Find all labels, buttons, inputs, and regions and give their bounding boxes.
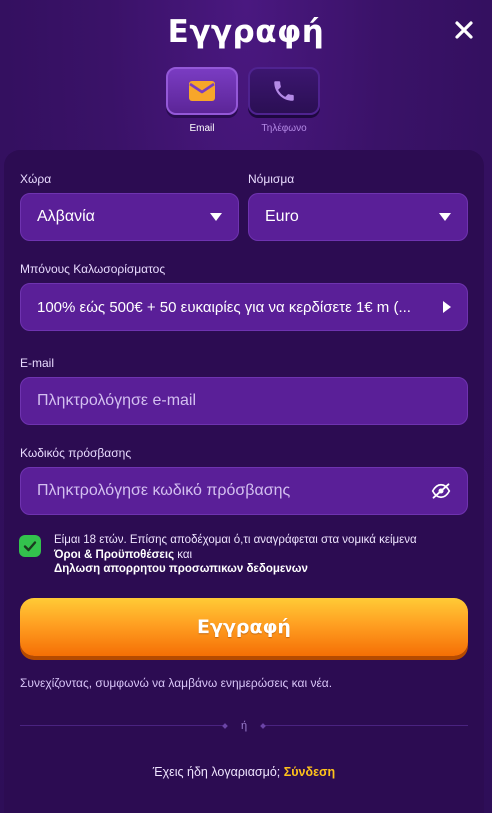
currency-value: Euro xyxy=(265,208,299,225)
close-button[interactable] xyxy=(452,18,476,42)
eye-off-icon[interactable] xyxy=(431,483,451,499)
divider-line-right xyxy=(265,725,468,726)
currency-select[interactable]: Euro xyxy=(248,193,468,241)
divider-line-left xyxy=(20,725,223,726)
close-icon xyxy=(455,21,473,39)
divider-or: ή xyxy=(240,719,248,732)
country-label: Χώρα xyxy=(20,172,52,186)
consent-text: Είμαι 18 ετών. Επίσης αποδέχομαι ό,τι αν… xyxy=(54,533,474,577)
privacy-link[interactable]: Δηλωση απορρητου προσωπικων δεδομενων xyxy=(54,563,308,575)
password-label: Κωδικός πρόσβασης xyxy=(20,446,132,460)
consent-checkbox[interactable] xyxy=(19,535,41,557)
updates-notice: Συνεχίζοντας, συμφωνώ να λαμβάνω ενημερώ… xyxy=(20,676,333,690)
login-link[interactable]: Σύνδεση xyxy=(284,765,335,779)
consent-statement: Είμαι 18 ετών. Επίσης αποδέχομαι ό,τι αν… xyxy=(54,534,417,546)
country-value: Αλβανία xyxy=(37,208,95,225)
email-label: E-mail xyxy=(20,356,55,370)
signup-method-tabs: Email Τηλέφωνο xyxy=(166,67,320,134)
email-placeholder: Πληκτρολόγησε e-mail xyxy=(37,392,197,409)
bonus-label: Μπόνους Καλωσορίσματος xyxy=(20,262,166,276)
bonus-select[interactable]: 100% εώς 500€ + 50 ευκαιρίες για να κερδ… xyxy=(20,283,468,331)
consent-and: και xyxy=(177,548,193,561)
phone-icon xyxy=(274,81,294,101)
tab-email-label: Email xyxy=(189,123,215,134)
form-card: Χώρα Αλβανία Νόμισμα Euro Μπόνους Καλωσο… xyxy=(4,150,484,813)
terms-link[interactable]: Όροι & Προϋποθέσεις xyxy=(54,549,174,561)
tab-email-box xyxy=(166,67,238,115)
register-button[interactable]: Εγγραφή xyxy=(20,598,468,656)
envelope-icon xyxy=(189,81,215,101)
checkmark-icon xyxy=(23,541,37,552)
login-row: Έχεις ήδη λογαριασμό; Σύνδεση xyxy=(4,765,484,779)
tab-email[interactable]: Email xyxy=(166,67,238,134)
password-placeholder: Πληκτρολόγησε κωδικό πρόσβασης xyxy=(37,482,291,499)
tab-phone-box xyxy=(248,67,320,115)
chevron-down-icon xyxy=(210,213,222,221)
login-prompt: Έχεις ήδη λογαριασμό; xyxy=(152,765,281,779)
email-field[interactable]: Πληκτρολόγησε e-mail xyxy=(20,377,468,425)
tab-phone[interactable]: Τηλέφωνο xyxy=(248,67,320,134)
tab-phone-label: Τηλέφωνο xyxy=(261,123,307,134)
divider-dot-right xyxy=(260,722,266,729)
password-field[interactable]: Πληκτρολόγησε κωδικό πρόσβασης xyxy=(20,467,468,515)
chevron-right-icon xyxy=(443,301,451,313)
bonus-value: 100% εώς 500€ + 50 ευκαιρίες για να κερδ… xyxy=(37,298,411,316)
registration-modal: Εγγραφή Email Τηλέφωνο Χώρα Αλβανία Νόμι… xyxy=(0,0,492,813)
currency-label: Νόμισμα xyxy=(248,172,295,186)
country-select[interactable]: Αλβανία xyxy=(20,193,239,241)
divider: ή xyxy=(20,720,468,732)
chevron-down-icon xyxy=(439,213,451,221)
page-title: Εγγραφή xyxy=(167,14,325,50)
